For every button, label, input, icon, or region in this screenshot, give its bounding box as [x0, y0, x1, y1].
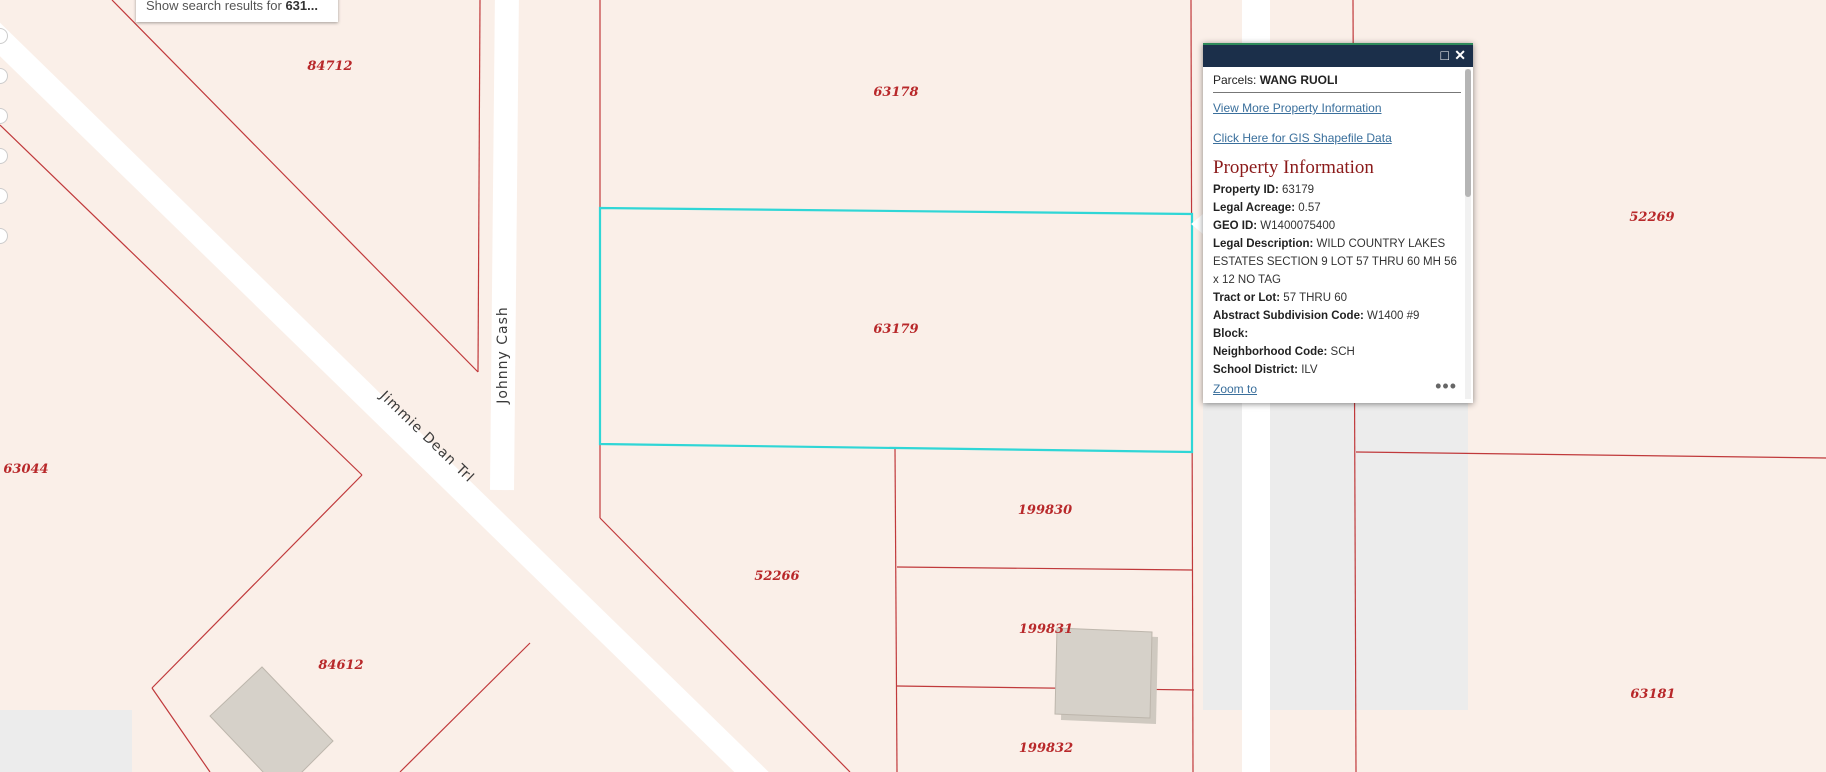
- parcel-label[interactable]: 63178: [873, 85, 918, 100]
- popup-pointer: [1191, 214, 1203, 234]
- search-suggestion[interactable]: Show search results for 631...: [136, 0, 338, 22]
- owner-name: WANG RUOLI: [1259, 73, 1338, 87]
- field-label: Legal Acreage:: [1213, 202, 1296, 214]
- field-label: School District:: [1213, 364, 1298, 376]
- close-icon[interactable]: ✕: [1454, 47, 1466, 63]
- field-row: Abstract Subdivision Code: W1400 #9: [1213, 307, 1461, 325]
- popup-title: Parcels: WANG RUOLI: [1213, 73, 1461, 93]
- field-row: Legal Description: WILD COUNTRY LAKES ES…: [1213, 235, 1461, 289]
- parcel-label[interactable]: 52266: [754, 569, 799, 584]
- gray-area: [0, 710, 132, 772]
- popup-header: □ ✕: [1203, 43, 1473, 67]
- field-row: Block:: [1213, 325, 1461, 343]
- street-label-johnny-cash: Johnny Cash: [495, 306, 511, 405]
- field-value: 63179: [1282, 184, 1315, 196]
- maximize-icon[interactable]: □: [1441, 47, 1449, 63]
- field-row: Neighborhood Code: SCH: [1213, 343, 1461, 361]
- field-value: W1400075400: [1260, 220, 1336, 232]
- scrollbar-thumb[interactable]: [1465, 69, 1471, 197]
- popup-body: Parcels: WANG RUOLI View More Property I…: [1213, 73, 1461, 385]
- field-label: Tract or Lot:: [1213, 292, 1281, 304]
- field-value: SCH: [1330, 346, 1355, 358]
- parcel-label[interactable]: 52269: [1629, 210, 1674, 225]
- parcel-label[interactable]: 199830: [1018, 503, 1072, 518]
- field-value: 57 THRU 60: [1283, 292, 1348, 304]
- field-label: GEO ID:: [1213, 220, 1258, 232]
- more-actions-icon[interactable]: •••: [1435, 376, 1457, 397]
- field-row: Tract or Lot: 57 THRU 60: [1213, 289, 1461, 307]
- field-label: Legal Description:: [1213, 238, 1314, 250]
- parcel-label[interactable]: 63179: [873, 322, 918, 337]
- field-value: ILV: [1301, 364, 1318, 376]
- parcel-label[interactable]: 199831: [1019, 622, 1073, 637]
- section-title: Property Information: [1213, 157, 1374, 178]
- search-suggestion-prefix: Show search results for: [146, 0, 286, 13]
- parcel-label[interactable]: 84712: [307, 59, 352, 74]
- search-suggestion-query: 631...: [285, 0, 318, 13]
- field-row: Legal Acreage: 0.57: [1213, 199, 1461, 217]
- parcel-label[interactable]: 63181: [1630, 687, 1675, 702]
- popup-footer: Zoom to •••: [1213, 376, 1463, 396]
- property-popup: □ ✕ Parcels: WANG RUOLI View More Proper…: [1203, 43, 1473, 403]
- parcel-label[interactable]: 199832: [1019, 741, 1073, 756]
- field-label: Property ID:: [1213, 184, 1279, 196]
- parcel-label[interactable]: 63044: [3, 462, 48, 477]
- field-label: Neighborhood Code:: [1213, 346, 1328, 358]
- building: [209, 666, 334, 772]
- field-row: GEO ID: W1400075400: [1213, 217, 1461, 235]
- field-value: 0.57: [1298, 202, 1321, 214]
- field-label: Block:: [1213, 328, 1249, 340]
- gis-shapefile-link[interactable]: Click Here for GIS Shapefile Data: [1213, 131, 1461, 145]
- field-list: Property ID: 63179 Legal Acreage: 0.57 GEO…: [1213, 181, 1461, 379]
- field-row: Property ID: 63179: [1213, 181, 1461, 199]
- field-value: W1400 #9: [1367, 310, 1420, 322]
- parcel-lines: [0, 0, 1826, 772]
- building: [1054, 627, 1153, 719]
- zoom-to-link[interactable]: Zoom to: [1213, 382, 1257, 396]
- field-row: School District: ILV: [1213, 361, 1461, 379]
- field-label: Abstract Subdivision Code:: [1213, 310, 1364, 322]
- view-more-property-link[interactable]: View More Property Information: [1213, 101, 1461, 115]
- map-canvas[interactable]: 84712 63178 63179 52269 63044 199830 522…: [0, 0, 1826, 772]
- road-johnny-cash: [490, 0, 519, 491]
- parcel-label[interactable]: 84612: [318, 658, 363, 673]
